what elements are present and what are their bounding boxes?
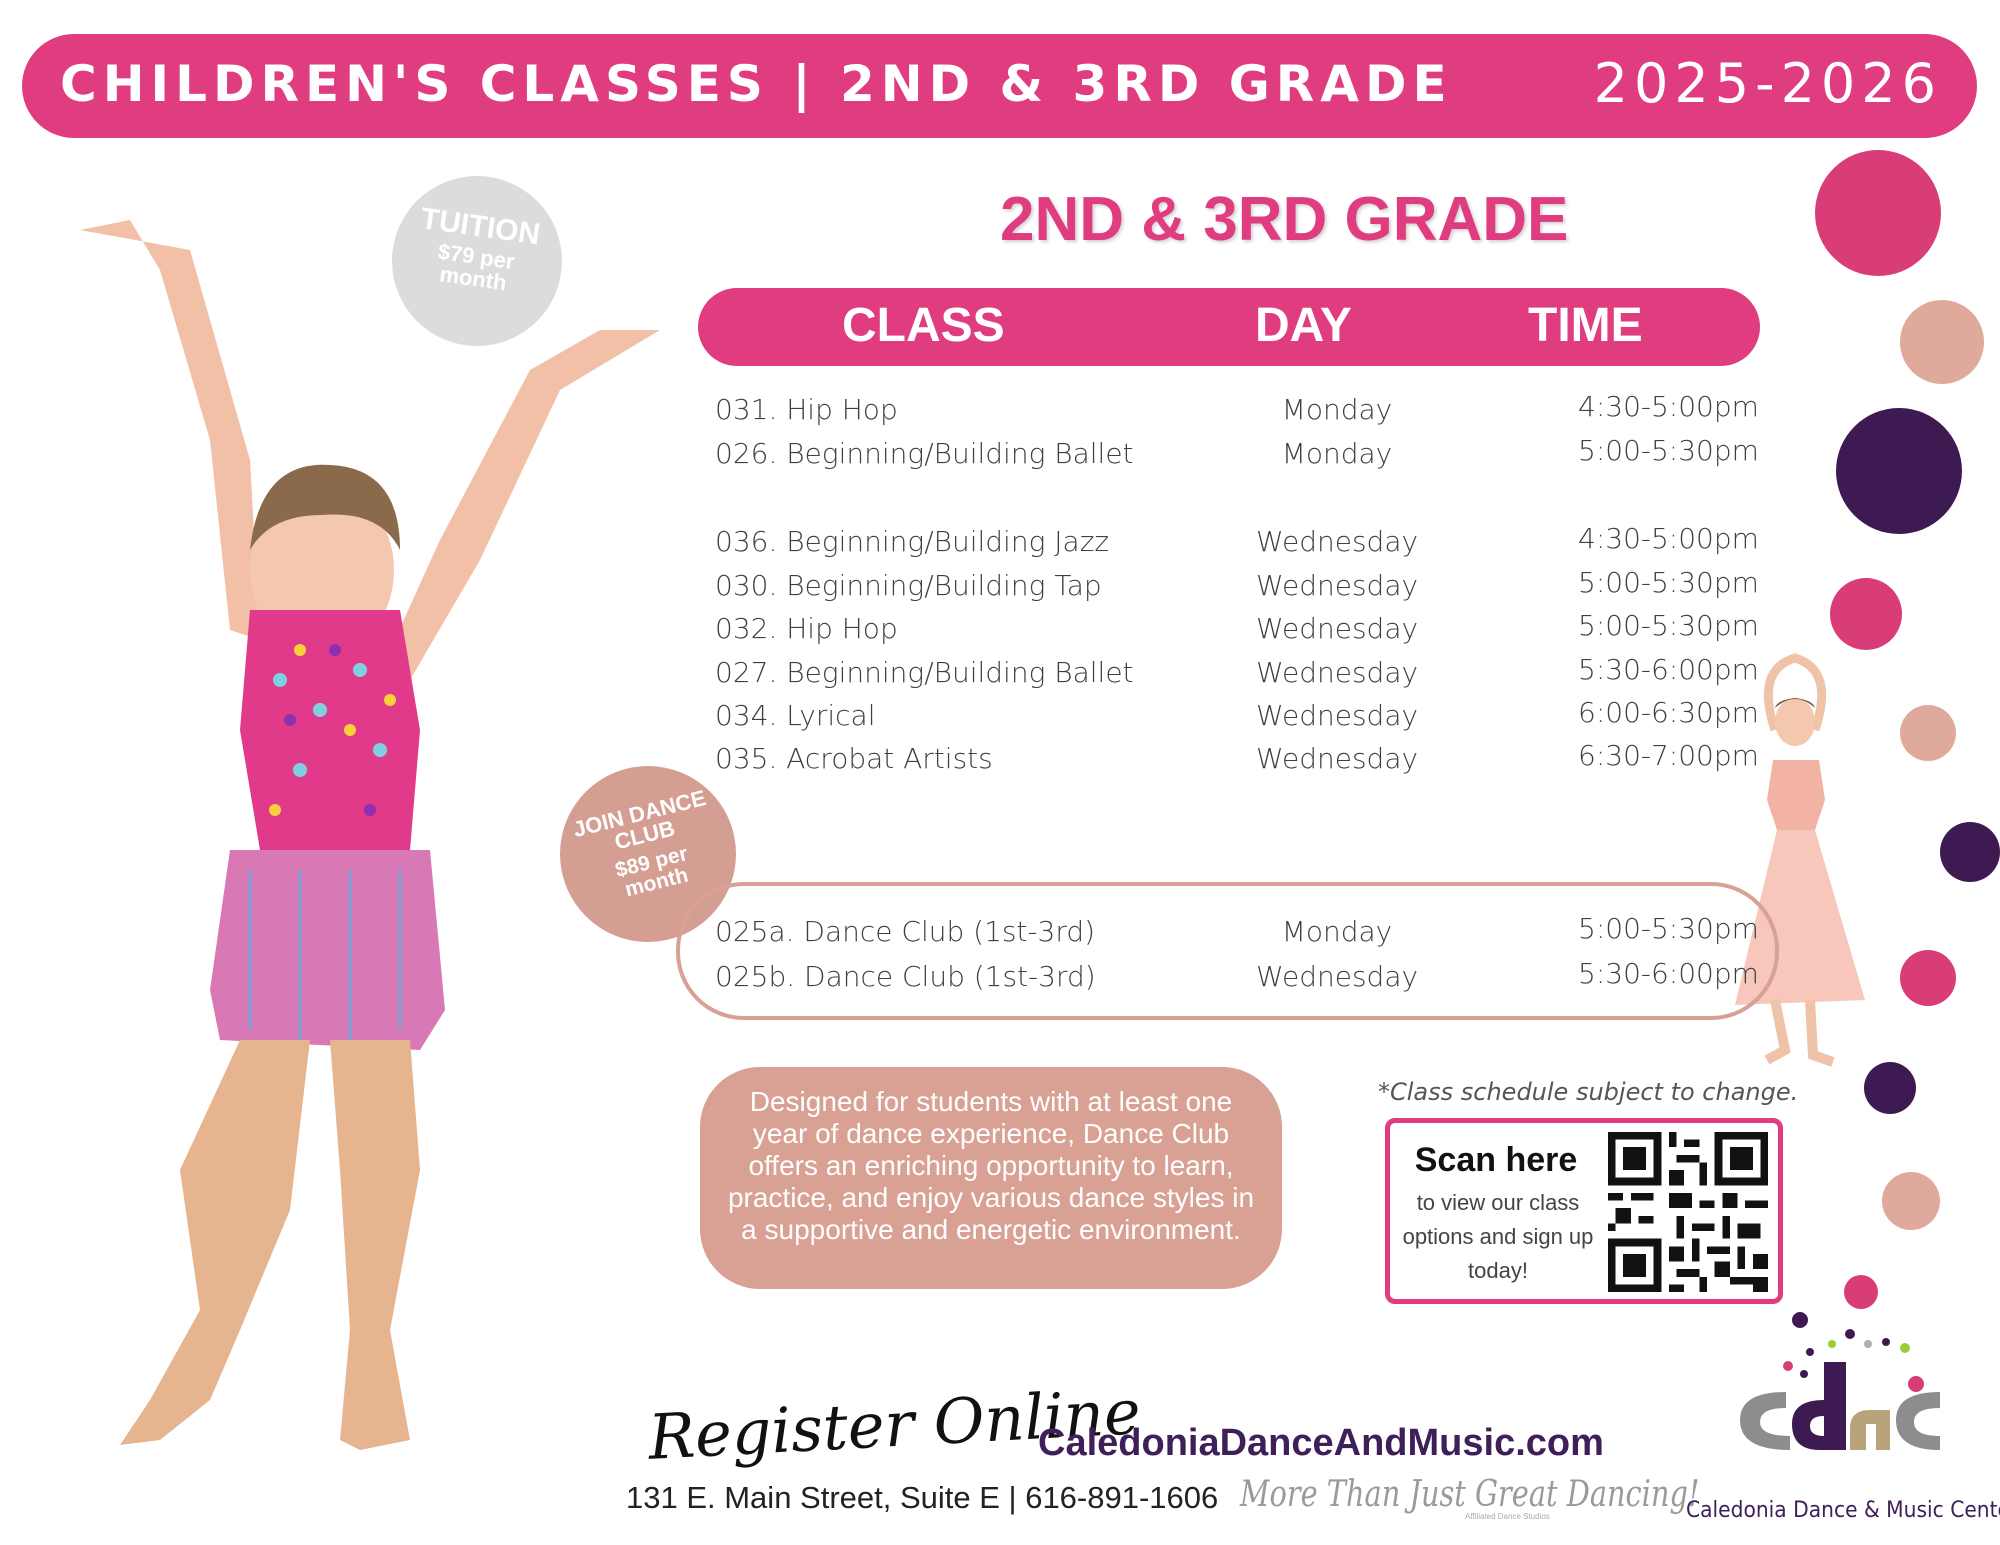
class-day: Monday [1281, 437, 1393, 470]
class-day: Monday [1281, 393, 1393, 426]
class-name: 032. Hip Hop [715, 612, 898, 645]
section-title: 2ND & 3RD GRADE [1000, 185, 1569, 254]
class-time: 5:30-6:00pm [1578, 653, 1759, 686]
dance-club-outline [676, 882, 1779, 1020]
class-day: Wednesday [1255, 569, 1419, 602]
class-time: 6:00-6:30pm [1578, 696, 1759, 729]
address-phone: 131 E. Main Street, Suite E | 616-891-16… [626, 1480, 1219, 1515]
decor-dot [1900, 300, 1984, 384]
header-title: CHILDREN'S CLASSES | 2ND & 3RD GRADE [60, 55, 1453, 113]
class-time: 5:00-5:30pm [1578, 434, 1759, 467]
affiliated-note: Affiliated Dance Studios [1465, 1512, 1550, 1521]
decor-dot [1815, 150, 1941, 276]
class-name: 025a. Dance Club (1st-3rd) [715, 915, 1096, 948]
class-day: Wednesday [1255, 525, 1419, 558]
class-day: Wednesday [1255, 656, 1419, 689]
class-name: 034. Lyrical [715, 699, 876, 732]
decor-dot [1882, 1172, 1940, 1230]
website-link[interactable]: CaledoniaDanceAndMusic.com [1038, 1422, 1604, 1465]
header-year: 2025-2026 [1593, 52, 1942, 115]
class-day: Wednesday [1255, 742, 1419, 775]
decor-dot [1940, 822, 2000, 882]
logo-name: Caledonia Dance & Music Center [1686, 1498, 2000, 1523]
schedule-note: *Class schedule subject to change. [1378, 1078, 1799, 1106]
class-name: 036. Beginning/Building Jazz [715, 525, 1110, 558]
column-header-time: TIME [1528, 299, 1643, 352]
class-time: 5:00-5:30pm [1578, 609, 1759, 642]
decor-dot [1836, 408, 1962, 534]
class-time: 5:30-6:00pm [1578, 957, 1759, 990]
class-time: 6:30-7:00pm [1578, 739, 1759, 772]
class-time: 4:30-5:00pm [1578, 390, 1759, 423]
class-name: 026. Beginning/Building Ballet [715, 437, 1134, 470]
class-name: 027. Beginning/Building Ballet [715, 656, 1134, 689]
decor-dot [1900, 950, 1956, 1006]
qr-code-icon[interactable] [1608, 1132, 1768, 1292]
class-day: Monday [1281, 915, 1393, 948]
class-name: 031. Hip Hop [715, 393, 898, 426]
class-day: Wednesday [1255, 612, 1419, 645]
class-day: Wednesday [1255, 699, 1419, 732]
class-time: 5:00-5:30pm [1578, 566, 1759, 599]
tagline: More Than Just Great Dancing! [1240, 1474, 1700, 1515]
decor-dot [1830, 578, 1902, 650]
class-name: 035. Acrobat Artists [715, 742, 993, 775]
scan-subtitle: to view our class options and sign up to… [1402, 1190, 1594, 1283]
class-time: 4:30-5:00pm [1578, 522, 1759, 555]
dance-club-description: Designed for students with at least one … [727, 1086, 1255, 1245]
column-header-class: CLASS [842, 299, 1005, 352]
class-day: Wednesday [1255, 960, 1419, 993]
column-header-day: DAY [1255, 299, 1352, 352]
class-name: 030. Beginning/Building Tap [715, 569, 1102, 602]
class-name: 025b. Dance Club (1st-3rd) [715, 960, 1096, 993]
decor-dot [1900, 705, 1956, 761]
cdmc-logo [1740, 1312, 1940, 1450]
class-time: 5:00-5:30pm [1578, 912, 1759, 945]
scan-title: Scan here [1414, 1141, 1578, 1179]
